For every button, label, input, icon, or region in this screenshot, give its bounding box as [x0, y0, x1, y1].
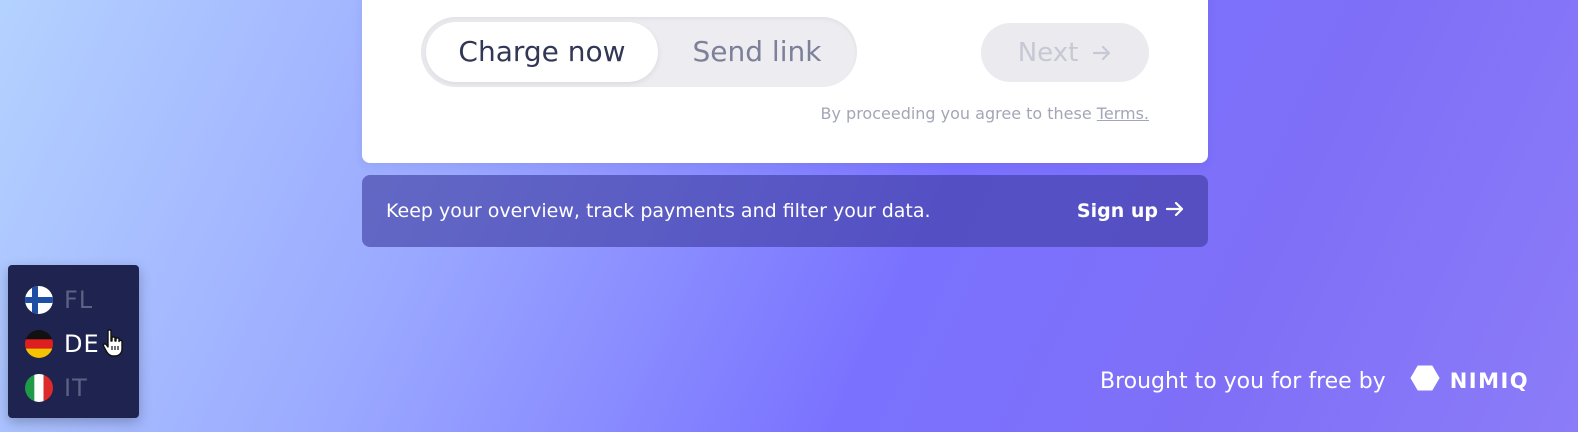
language-code: DE: [64, 330, 100, 358]
terms-link[interactable]: Terms.: [1097, 104, 1149, 123]
hand-pointer-cursor-icon: [102, 328, 124, 362]
language-item-fl[interactable]: FL: [8, 278, 139, 322]
footer-attribution: Brought to you for free by NIMIQ: [1100, 365, 1529, 397]
arrow-right-icon: [1092, 38, 1112, 68]
payment-card: Charge now Send link Next By proceeding …: [362, 0, 1208, 163]
brought-by-text: Brought to you for free by: [1100, 368, 1386, 394]
send-link-option[interactable]: Send link: [673, 22, 841, 82]
language-item-it[interactable]: IT: [8, 366, 139, 410]
nimiq-logo[interactable]: NIMIQ: [1410, 365, 1529, 397]
payment-mode-toggle: Charge now Send link: [421, 17, 857, 87]
signup-banner: Keep your overview, track payments and f…: [362, 175, 1208, 247]
italy-flag-icon: [25, 374, 53, 402]
language-item-de[interactable]: DE: [8, 322, 139, 366]
language-code: FL: [64, 286, 94, 314]
signup-link-label: Sign up: [1076, 200, 1158, 222]
brand-name: NIMIQ: [1449, 369, 1530, 393]
nimiq-hexagon-icon: [1410, 365, 1440, 397]
banner-text: Keep your overview, track payments and f…: [386, 200, 931, 222]
language-code: IT: [64, 374, 88, 402]
germany-flag-icon: [25, 330, 53, 358]
next-button[interactable]: Next: [981, 23, 1149, 82]
signup-link[interactable]: Sign up: [1077, 200, 1184, 222]
arrow-right-icon: [1165, 200, 1184, 222]
charge-now-option[interactable]: Charge now: [426, 22, 658, 82]
next-button-label: Next: [1017, 37, 1079, 68]
terms-notice: By proceeding you agree to these Terms.: [821, 104, 1150, 123]
finland-flag-icon: [25, 286, 53, 314]
language-menu: FL DE IT: [8, 265, 139, 418]
terms-prefix: By proceeding you agree to these: [820, 104, 1092, 123]
